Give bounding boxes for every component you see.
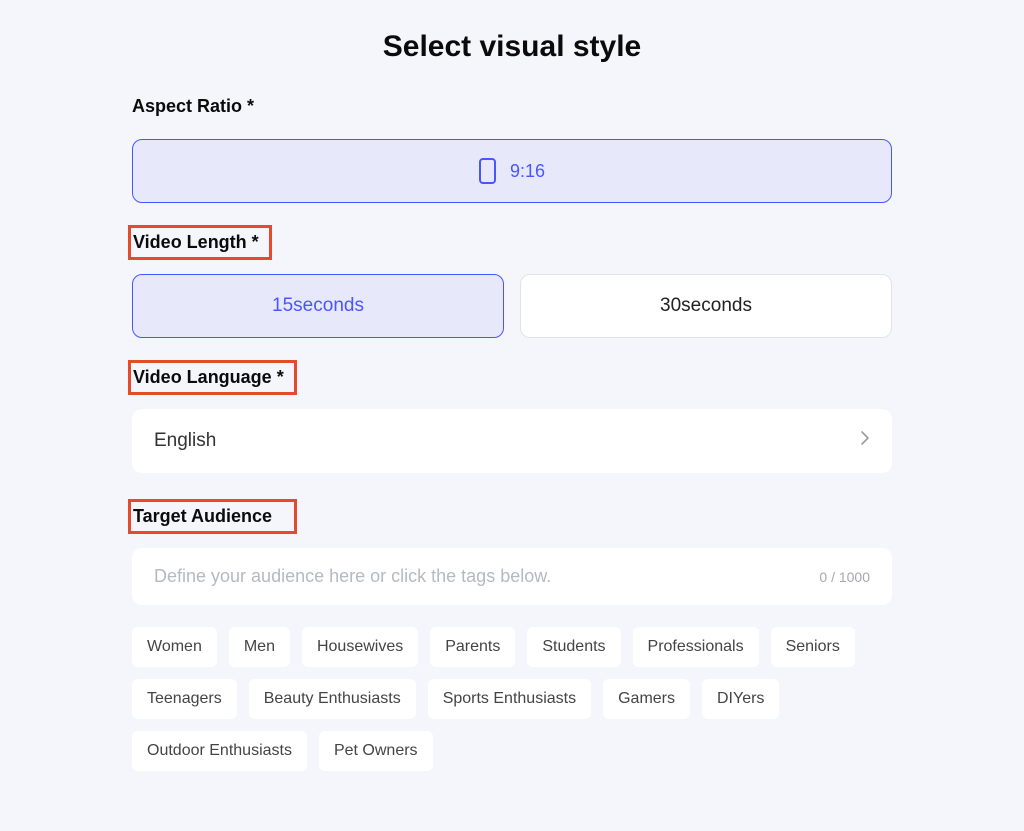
video-length-options: 15seconds 30seconds (132, 274, 892, 338)
audience-tag[interactable]: Gamers (603, 679, 690, 719)
target-audience-counter: 0 / 1000 (819, 569, 870, 585)
page-root: Select visual style Aspect Ratio * 9:16 … (0, 0, 1024, 771)
audience-tag[interactable]: Students (527, 627, 620, 667)
audience-tag[interactable]: Seniors (771, 627, 855, 667)
aspect-ratio-option-9-16[interactable]: 9:16 (132, 139, 892, 203)
target-audience-section: Target Audience 0 / 1000 Women Men Housewi… (132, 499, 892, 771)
video-length-option-15s[interactable]: 15seconds (132, 274, 504, 338)
video-length-option-30s[interactable]: 30seconds (520, 274, 892, 338)
audience-tag[interactable]: Pet Owners (319, 731, 433, 771)
phone-portrait-icon (479, 158, 496, 184)
video-length-label: Video Length * (133, 232, 259, 253)
target-audience-tags: Women Men Housewives Parents Students Profess… (132, 627, 892, 771)
aspect-ratio-option-label: 9:16 (510, 161, 545, 182)
page-title: Select visual style (0, 30, 1024, 64)
audience-tag[interactable]: Parents (430, 627, 515, 667)
audience-tag[interactable]: Men (229, 627, 290, 667)
video-language-label: Video Language * (133, 367, 284, 388)
audience-tag[interactable]: Teenagers (132, 679, 237, 719)
audience-tag[interactable]: Women (132, 627, 217, 667)
aspect-ratio-section: Aspect Ratio * 9:16 (132, 92, 892, 203)
audience-tag[interactable]: Outdoor Enthusiasts (132, 731, 307, 771)
audience-tag[interactable]: DIYers (702, 679, 779, 719)
target-audience-input[interactable] (154, 566, 803, 587)
video-language-value: English (154, 430, 216, 452)
video-length-section: Video Length * 15seconds 30seconds (132, 225, 892, 338)
video-language-section: Video Language * English (132, 360, 892, 473)
target-audience-label: Target Audience (133, 506, 272, 527)
video-length-option-30s-label: 30seconds (660, 295, 752, 317)
audience-tag[interactable]: Beauty Enthusiasts (249, 679, 416, 719)
audience-tag[interactable]: Professionals (633, 627, 759, 667)
chevron-right-icon (860, 430, 870, 452)
target-audience-input-wrap: 0 / 1000 (132, 548, 892, 605)
audience-tag[interactable]: Sports Enthusiasts (428, 679, 591, 719)
audience-tag[interactable]: Housewives (302, 627, 418, 667)
highlight-video-language: Video Language * (128, 360, 297, 395)
video-language-select[interactable]: English (132, 409, 892, 473)
aspect-ratio-label: Aspect Ratio * (132, 92, 260, 121)
highlight-target-audience: Target Audience (128, 499, 297, 534)
video-length-option-15s-label: 15seconds (272, 295, 364, 317)
form-container: Aspect Ratio * 9:16 Video Length * 15sec… (132, 92, 892, 771)
highlight-video-length: Video Length * (128, 225, 272, 260)
